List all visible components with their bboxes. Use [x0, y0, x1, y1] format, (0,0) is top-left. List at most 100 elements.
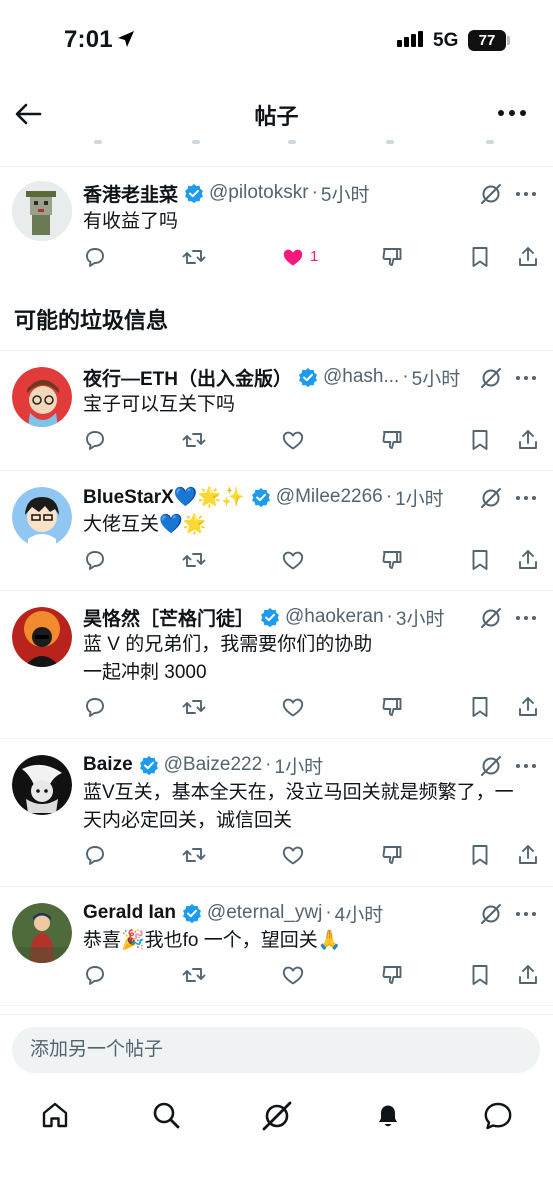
search-icon[interactable] [151, 1100, 181, 1130]
reply-post[interactable]: 昊恪然［芒格门徒］ @haokeran · 3小时 蓝 V 的兄弟们，我需要你们… [0, 590, 553, 738]
reply-post[interactable]: BlueStarX💙🌟✨ @Milee2266 · 1小时 大佬互关💙🌟 [0, 470, 553, 590]
display-name[interactable]: BlueStarX💙🌟✨ [83, 485, 245, 509]
retweet-icon[interactable] [181, 245, 207, 269]
post-time: 4小时 [334, 904, 384, 926]
bookmark-icon[interactable] [468, 963, 492, 987]
grok-icon[interactable] [480, 903, 502, 925]
reply-icon[interactable] [83, 695, 107, 719]
avatar[interactable] [12, 181, 72, 241]
grok-icon[interactable] [480, 367, 502, 389]
reply-post[interactable]: Baize @Baize222 · 1小时 蓝V互关，基本全天在，没立马回关就是… [0, 738, 553, 886]
post-more-icon[interactable] [516, 496, 536, 500]
post-more-icon[interactable] [516, 376, 536, 380]
downvote-icon[interactable] [380, 245, 404, 269]
display-name[interactable]: Gerald Ian [83, 902, 176, 924]
bookmark-icon[interactable] [468, 843, 492, 867]
downvote-icon[interactable] [380, 428, 404, 452]
share-icon[interactable] [516, 695, 540, 719]
avatar[interactable] [12, 903, 72, 963]
verified-badge-icon [251, 488, 270, 507]
like-icon[interactable] [281, 548, 305, 572]
display-name[interactable]: Baize [83, 754, 133, 776]
reply-icon[interactable] [83, 548, 107, 572]
scrolled-content-edge [0, 140, 553, 166]
downvote-icon[interactable] [380, 695, 404, 719]
avatar[interactable] [12, 367, 72, 427]
verified-badge-icon [261, 608, 280, 627]
reply-icon[interactable] [83, 963, 107, 987]
post-time: 5小时 [411, 368, 461, 390]
post-text-line: 蓝 V 的兄弟们，我需要你们的协助 [83, 634, 373, 655]
retweet-icon[interactable] [181, 428, 207, 452]
post-text: 有收益了吗 [83, 208, 533, 236]
display-name[interactable]: 昊恪然［芒格门徒］ [83, 604, 254, 631]
like-icon[interactable] [281, 245, 305, 269]
display-name[interactable]: 夜行—ETH（出入金版） [83, 364, 292, 391]
share-icon[interactable] [516, 843, 540, 867]
post-more-icon[interactable] [516, 616, 536, 620]
bookmark-icon[interactable] [468, 548, 492, 572]
like-icon[interactable] [281, 963, 305, 987]
reply-post[interactable]: 夜行—ETH（出入金版） @hash... · 5小时 宝子可以互关下吗 [0, 350, 553, 470]
share-icon[interactable] [516, 548, 540, 572]
share-icon[interactable] [516, 963, 540, 987]
bookmark-icon[interactable] [468, 428, 492, 452]
notifications-icon[interactable] [373, 1100, 403, 1130]
grok-icon[interactable] [480, 183, 502, 205]
display-name[interactable]: 香港老韭菜 [83, 180, 178, 207]
handle[interactable]: @hash... [323, 366, 399, 388]
downvote-icon[interactable] [380, 548, 404, 572]
grok-icon[interactable] [480, 607, 502, 629]
handle[interactable]: @haokeran [285, 606, 384, 628]
handle[interactable]: @Milee2266 [276, 486, 383, 508]
separator-dot: · [311, 182, 318, 203]
post-text: 蓝 V 的兄弟们，我需要你们的协助 一起冲刺 3000 [83, 631, 533, 687]
post-more-icon[interactable] [516, 764, 536, 768]
grok-icon[interactable] [480, 487, 502, 509]
separator-dot: · [385, 486, 393, 507]
avatar[interactable] [12, 607, 72, 667]
reply-icon[interactable] [83, 428, 107, 452]
post-text: 大佬互关💙🌟 [83, 511, 533, 539]
retweet-icon[interactable] [181, 963, 207, 987]
retweet-icon[interactable] [181, 548, 207, 572]
verified-badge-icon [182, 904, 201, 923]
reply-icon[interactable] [83, 843, 107, 867]
bookmark-icon[interactable] [468, 695, 492, 719]
post-time: 1小时 [274, 756, 324, 778]
handle[interactable]: @pilotokskr [209, 182, 309, 204]
bookmark-icon[interactable] [468, 245, 492, 269]
reply-post[interactable]: Gerald Ian @eternal_ywj · 4小时 恭喜🎉我也fo 一个… [0, 886, 553, 1006]
more-options-icon[interactable] [498, 110, 526, 116]
verified-badge-icon [185, 184, 204, 203]
post-time: 1小时 [395, 488, 444, 510]
post-more-icon[interactable] [516, 912, 536, 916]
page-title: 帖子 [254, 104, 299, 129]
handle[interactable]: @eternal_ywj [207, 902, 322, 924]
grok-icon[interactable] [480, 755, 502, 777]
like-icon[interactable] [281, 695, 305, 719]
avatar[interactable] [12, 487, 72, 547]
downvote-icon[interactable] [380, 963, 404, 987]
downvote-icon[interactable] [380, 843, 404, 867]
like-icon[interactable] [281, 843, 305, 867]
post-more-icon[interactable] [516, 192, 536, 196]
share-icon[interactable] [516, 428, 540, 452]
avatar[interactable] [12, 755, 72, 815]
reply-icon[interactable] [83, 245, 107, 269]
post-text-line: 有收益了吗 [83, 211, 179, 232]
reply-post[interactable]: 香港老韭菜 @pilotokskr · 5小时 有收益了吗 1 [0, 166, 553, 284]
share-icon[interactable] [516, 245, 540, 269]
separator-dot: · [325, 902, 332, 923]
retweet-icon[interactable] [181, 695, 207, 719]
like-count: 1 [310, 248, 319, 265]
reply-input[interactable] [12, 1027, 540, 1073]
home-icon[interactable] [40, 1100, 70, 1130]
messages-icon[interactable] [482, 1100, 514, 1132]
retweet-icon[interactable] [181, 843, 207, 867]
post-text: 蓝V互关，基本全天在，没立马回关就是频繁了，一 天内必定回关，诚信回关 [83, 779, 533, 835]
handle[interactable]: @Baize222 [164, 754, 263, 776]
like-icon[interactable] [281, 428, 305, 452]
grok-icon[interactable] [261, 1100, 293, 1132]
post-text-line: 蓝V互关，基本全天在，没立马回关就是频繁了，一 [83, 782, 514, 803]
